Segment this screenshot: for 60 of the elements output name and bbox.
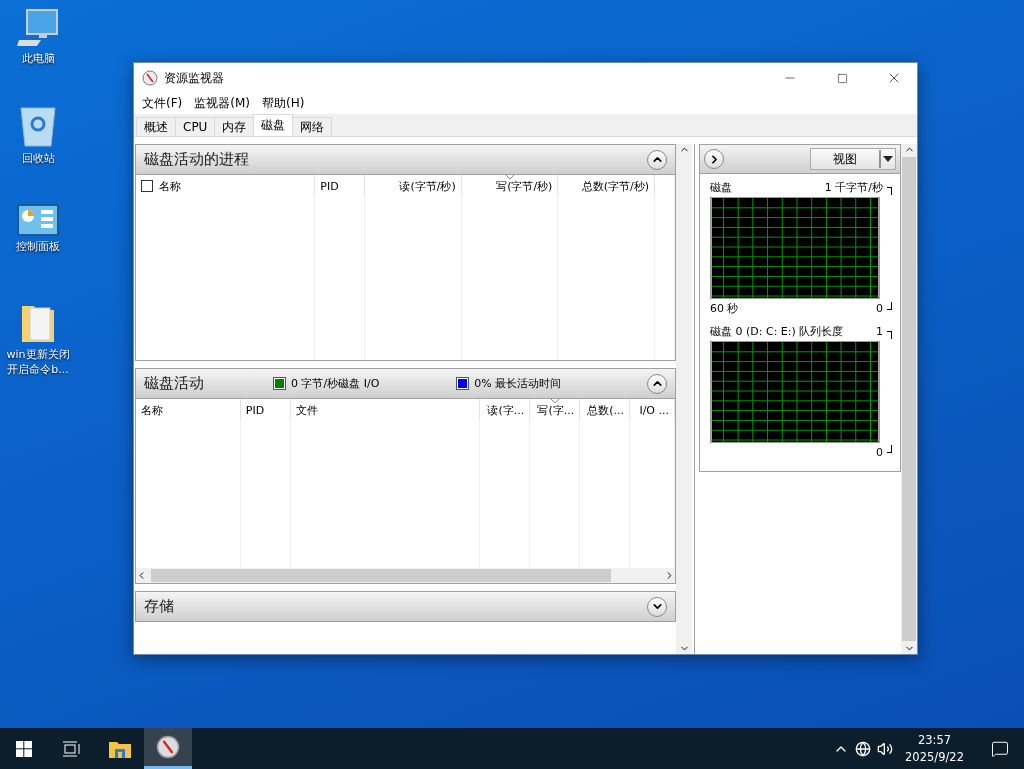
clock[interactable]: 23:57 2025/9/22 [899,731,970,766]
windows-logo-icon [16,740,32,757]
vertical-scrollbar[interactable] [901,144,917,654]
resource-monitor-button[interactable] [144,728,192,769]
section-title: 磁盘活动 [144,374,204,393]
collapse-button[interactable] [647,149,667,170]
graph-scale-min: 0 [876,302,883,315]
tab[interactable]: 网络 [292,117,333,136]
recycle-bin-icon [19,106,57,148]
desktop-icon-label[interactable]: 此电脑 [4,52,72,67]
menu-item[interactable]: 帮助(H) [256,95,311,112]
menu-item[interactable]: 文件(F) [136,95,189,112]
legend-label: 0 字节/秒磁盘 I/O [291,376,380,391]
column-header[interactable]: I/O ... [630,399,675,421]
computer-icon [17,8,59,48]
horizontal-scrollbar[interactable] [136,568,675,583]
column-header[interactable]: 读(字节/秒) [365,175,462,197]
column-header[interactable]: PID [240,399,291,421]
checkbox[interactable] [141,180,153,192]
dropdown-arrow-icon [879,149,895,169]
tab[interactable]: 内存 [214,117,255,136]
column-header[interactable]: 名称 [136,175,316,197]
graph-title: 磁盘 [710,180,732,195]
resource-monitor-icon [156,735,180,759]
column-header[interactable]: 文件 [290,399,481,421]
column-header[interactable]: PID [315,175,366,197]
column-header[interactable]: 写(字... [530,399,581,421]
globe-icon[interactable] [855,740,872,757]
column-header[interactable]: 写(字节/秒) [461,175,559,197]
section-title: 存储 [144,597,174,616]
column-header[interactable]: 总数(字节/秒) [558,175,656,197]
desktop-icon-label[interactable]: win更新关闭开启命令b... [4,348,72,378]
graph-title: 磁盘 0 (D: C: E:) 队列长度 [710,324,844,339]
window-title: 资源监视器 [164,69,225,87]
desktop-icon-label[interactable]: 控制面板 [4,240,72,255]
expand-button[interactable] [647,596,667,617]
speaker-icon[interactable] [877,740,894,757]
graph-scale-max: 1 千字节/秒 [824,180,883,195]
legend-label: 0% 最长活动时间 [474,376,562,391]
resource-monitor-icon [142,70,158,86]
folder-icon [109,739,131,758]
expand-panel-button[interactable] [704,149,724,169]
section-title: 磁盘活动的进程 [144,150,249,169]
tab[interactable]: 概述 [136,117,176,136]
tab[interactable]: 磁盘 [253,114,294,136]
graph-scale-max: 1 [876,325,883,338]
view-dropdown-button[interactable]: 视图 [810,148,896,170]
notification-icon [991,739,1009,758]
column-header[interactable]: 读(字... [480,399,531,421]
collapse-button[interactable] [647,373,667,394]
task-view-icon [63,740,81,757]
control-panel-icon [17,204,59,236]
column-header[interactable]: 总数(... [580,399,631,421]
column-header[interactable]: 名称 [136,399,241,421]
vertical-scrollbar[interactable] [676,144,692,654]
maximize-icon [836,72,848,84]
desktop-icon-label[interactable]: 回收站 [4,152,72,167]
graph-time-span: 60 秒 [710,301,739,316]
menu-item[interactable]: 监视器(M) [188,95,256,112]
graph-scale-min: 0 [876,445,883,459]
